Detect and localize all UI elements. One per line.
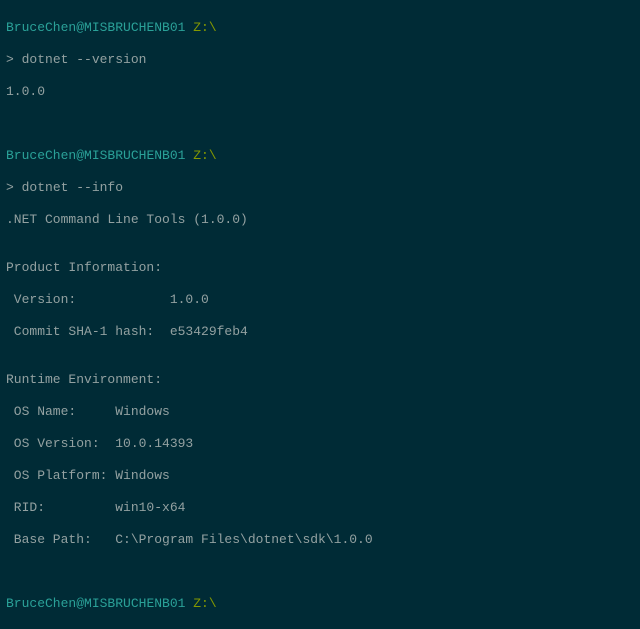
output-line: Commit SHA-1 hash: e53429feb4 [6, 324, 634, 340]
terminal-window[interactable]: BruceChen@MISBRUCHENB01 Z:\ > dotnet --v… [0, 0, 640, 629]
prompt-line-2: BruceChen@MISBRUCHENB01 Z:\ [6, 148, 634, 164]
command-line-2: > dotnet --info [6, 180, 634, 196]
user-name: BruceChen [6, 596, 76, 611]
path-segment: Z:\ [185, 148, 216, 163]
output-blank [6, 116, 634, 132]
output-line: .NET Command Line Tools (1.0.0) [6, 212, 634, 228]
output-line: OS Name: Windows [6, 404, 634, 420]
output-line: Version: 1.0.0 [6, 292, 634, 308]
output-line: Runtime Environment: [6, 372, 634, 388]
output-line: Product Information: [6, 260, 634, 276]
host-name: MISBRUCHENB01 [84, 148, 185, 163]
output-line: OS Version: 10.0.14393 [6, 436, 634, 452]
at-sign: @ [76, 20, 84, 35]
output-line: RID: win10-x64 [6, 500, 634, 516]
path-segment: Z:\ [185, 20, 216, 35]
output-blank [6, 564, 634, 580]
output-line: Base Path: C:\Program Files\dotnet\sdk\1… [6, 532, 634, 548]
command-text: dotnet --info [22, 180, 123, 195]
at-sign: @ [76, 148, 84, 163]
command-line-1: > dotnet --version [6, 52, 634, 68]
prompt-symbol: > [6, 52, 22, 67]
host-name: MISBRUCHENB01 [84, 596, 185, 611]
user-name: BruceChen [6, 148, 76, 163]
host-name: MISBRUCHENB01 [84, 20, 185, 35]
at-sign: @ [76, 596, 84, 611]
prompt-line-1: BruceChen@MISBRUCHENB01 Z:\ [6, 20, 634, 36]
user-name: BruceChen [6, 20, 76, 35]
output-line: 1.0.0 [6, 84, 634, 100]
prompt-symbol: > [6, 180, 22, 195]
output-line: OS Platform: Windows [6, 468, 634, 484]
command-text: dotnet --version [22, 52, 147, 67]
prompt-line-3: BruceChen@MISBRUCHENB01 Z:\ [6, 596, 634, 612]
path-segment: Z:\ [185, 596, 216, 611]
